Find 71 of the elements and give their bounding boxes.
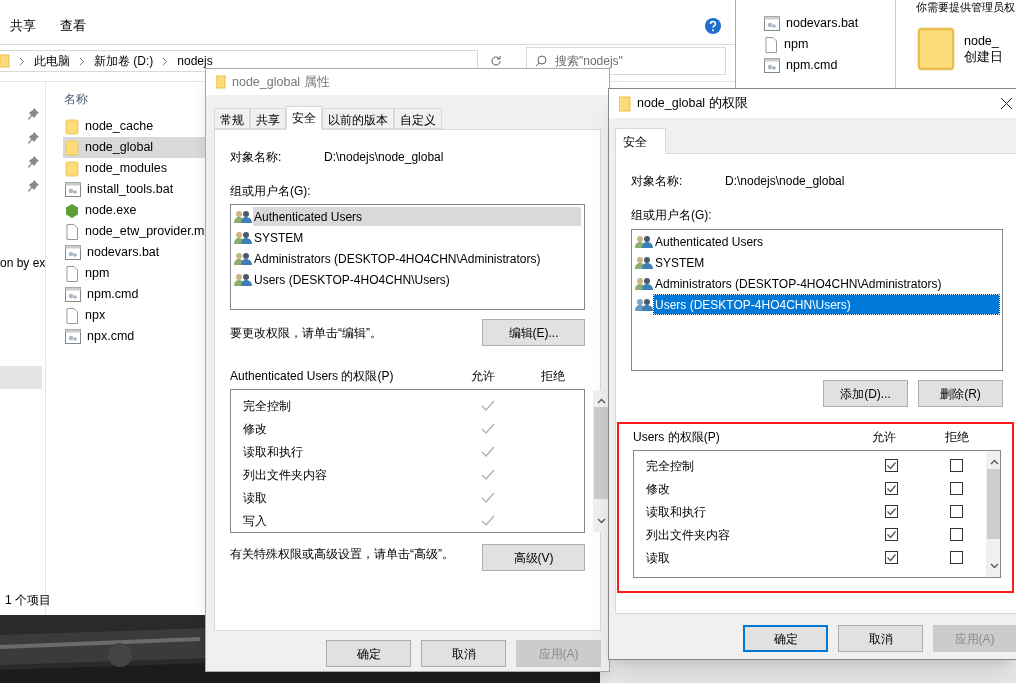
permission-name: 列出文件夹内容 — [645, 526, 731, 544]
window-title: node_global 的权限 — [637, 95, 749, 113]
breadcrumb-item[interactable]: 此电脑 — [34, 52, 70, 70]
nav-item-label[interactable]: on by ex — [0, 254, 46, 272]
tab[interactable]: 常规 — [214, 108, 250, 129]
hint-text: 有关特殊权限或高级设置，请单击“高级”。 — [230, 545, 454, 563]
tab[interactable]: 安全 — [615, 128, 666, 154]
add-button[interactable]: 添加(D)... — [823, 380, 908, 407]
permission-name: 修改 — [242, 420, 268, 438]
edit-button[interactable]: 编辑(E)... — [482, 319, 585, 346]
permission-name: 读取 — [645, 549, 671, 567]
permission-name: 完全控制 — [242, 397, 292, 415]
file-row[interactable]: npm — [764, 34, 895, 55]
ribbon-tab[interactable]: 查看 — [60, 16, 86, 36]
object-path: D:\nodejs\node_global — [324, 149, 444, 166]
tab[interactable]: 共享 — [250, 108, 286, 129]
dialog-button[interactable]: 取消 — [421, 640, 506, 667]
group-list-item[interactable]: Administrators (DESKTOP-4HO4CHN\Administrators) — [253, 249, 542, 268]
column-header: 拒绝 — [541, 368, 565, 385]
dialog-button[interactable]: 确定 — [326, 640, 411, 667]
file-row[interactable]: npm.cmd — [63, 284, 223, 305]
file-row[interactable]: npx.cmd — [63, 326, 223, 347]
details-name: node_ — [964, 32, 1000, 49]
section-label: 组或用户名(G): — [631, 207, 713, 224]
permission-name: 列出文件夹内容 — [242, 466, 328, 484]
object-path: D:\nodejs\node_global — [725, 173, 845, 190]
file-row[interactable]: npm — [63, 263, 223, 284]
window-title: node_global 属性 — [232, 73, 330, 91]
dialog-button[interactable]: 取消 — [838, 625, 923, 652]
file-row[interactable]: node_etw_provider.m — [63, 221, 223, 242]
group-list-item[interactable]: Authenticated Users — [654, 232, 765, 251]
details-created: 创建日 — [964, 48, 1003, 65]
group-list-item[interactable]: Authenticated Users — [253, 207, 581, 226]
file-row[interactable]: node_modules — [63, 158, 223, 179]
section-label: Users 的权限(P) — [633, 429, 721, 446]
group-list-item[interactable]: Users (DESKTOP-4HO4CHN\Users) — [253, 270, 451, 289]
column-header: 拒绝 — [945, 429, 969, 446]
column-header: 允许 — [471, 368, 496, 385]
search-field[interactable]: 搜索"nodejs" — [526, 47, 726, 75]
breadcrumb-item[interactable]: 新加卷 (D:) — [94, 52, 154, 70]
permission-name: 完全控制 — [645, 457, 695, 475]
section-label: 组或用户名(G): — [230, 183, 312, 200]
permission-name: 修改 — [645, 480, 671, 498]
permission-name: 读取 — [242, 489, 268, 507]
file-row[interactable]: npm.cmd — [764, 55, 895, 76]
permission-name: 读取和执行 — [242, 443, 304, 461]
group-list-item[interactable]: SYSTEM — [253, 228, 305, 247]
group-list-item[interactable]: SYSTEM — [654, 253, 706, 272]
file-row[interactable]: npx — [63, 305, 223, 326]
dialog-button[interactable]: 确定 — [743, 625, 828, 652]
tab[interactable]: 以前的版本 — [322, 108, 394, 129]
ribbon-tab[interactable]: 共享 — [10, 16, 36, 36]
advanced-button[interactable]: 高级(V) — [482, 544, 585, 571]
permission-name: 写入 — [242, 512, 268, 530]
field-label: 对象名称: — [631, 173, 684, 190]
field-label: 对象名称: — [230, 149, 283, 166]
group-list-item[interactable]: Users (DESKTOP-4HO4CHN\Users) — [654, 295, 999, 314]
breadcrumb-item[interactable]: nodejs — [177, 52, 213, 70]
hint-text: 要更改权限，请单击“编辑”。 — [230, 324, 382, 342]
group-list-item[interactable]: Administrators (DESKTOP-4HO4CHN\Administrators) — [654, 274, 943, 293]
tab[interactable]: 安全 — [286, 106, 322, 130]
file-row[interactable]: nodevars.bat — [764, 13, 895, 34]
section-label: Authenticated Users 的权限(P) — [230, 368, 395, 385]
file-row[interactable]: nodevars.bat — [63, 242, 223, 263]
column-header: 允许 — [872, 429, 897, 446]
details-notice: 你需要提供管理员权 — [916, 0, 1015, 15]
tab[interactable]: 自定义 — [394, 108, 442, 129]
permission-name: 读取和执行 — [645, 503, 707, 521]
remove-button[interactable]: 删除(R) — [918, 380, 1003, 407]
file-row[interactable]: node.exe — [63, 200, 223, 221]
file-row[interactable]: install_tools.bat — [63, 179, 223, 200]
